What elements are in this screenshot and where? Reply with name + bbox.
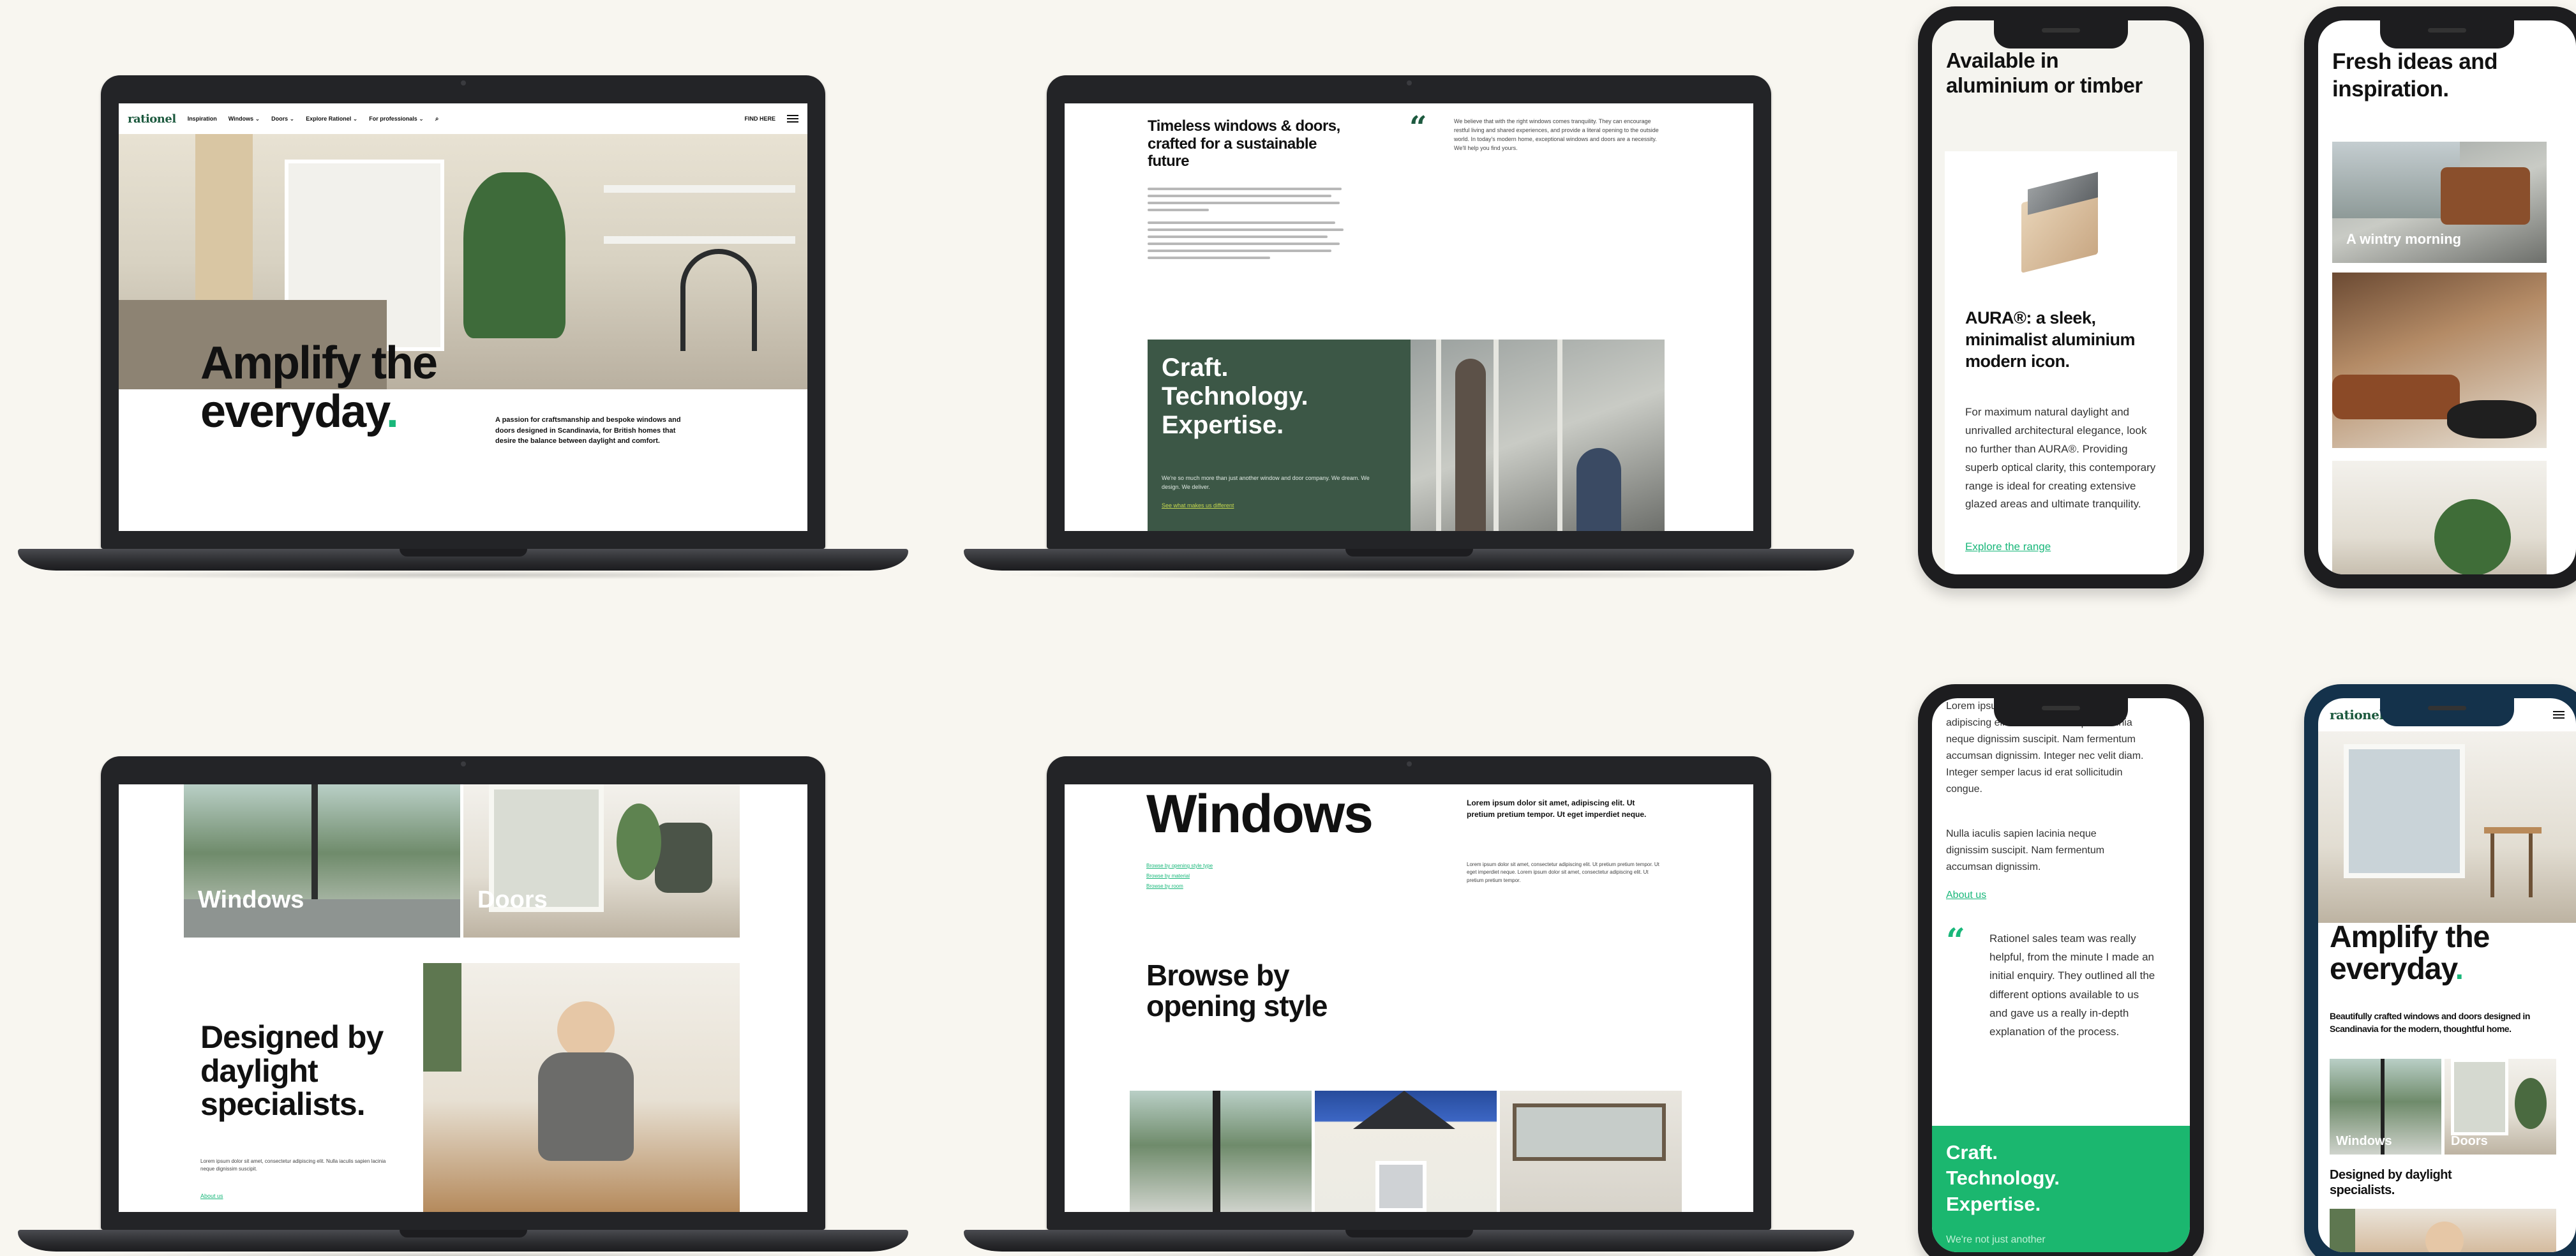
laptop-mockup-windows: Windows Browse by opening style type Bro…	[964, 756, 1854, 1256]
quote-icon: “	[1946, 922, 1965, 961]
camera-icon	[460, 761, 466, 766]
hero-description: A passion for craftsmanship and bespoke …	[495, 416, 681, 445]
section-title: Browse by opening style	[1146, 959, 1328, 1023]
section-subtitle: Designed by daylight specialists.	[2330, 1168, 2452, 1197]
section-title: Available in aluminium or timber	[1946, 49, 2143, 97]
inspiration-caption: A wintry morning	[2346, 231, 2462, 247]
doors-tile-label: Doors	[477, 886, 548, 913]
craft-banner: Craft. Technology. Expertise. We're so m…	[1148, 340, 1411, 531]
camera-icon	[1406, 80, 1412, 86]
hero-image	[2318, 731, 2576, 923]
section-title: Designed by daylight specialists.	[200, 1019, 384, 1122]
inspiration-image-1[interactable]: A wintry morning	[2332, 142, 2547, 263]
banner-body: We're so much more than just another win…	[1162, 475, 1370, 491]
search-icon[interactable]: ⌕	[435, 116, 439, 123]
intro-bold: Lorem ipsum dolor sit amet, adipiscing e…	[1467, 798, 1647, 819]
inspiration-image-3[interactable]	[2332, 461, 2547, 574]
laptop-screen-products: Windows Doors Designed by daylight speci…	[119, 784, 807, 1212]
about-us-link[interactable]: About us	[200, 1193, 223, 1199]
doors-tile-label: Doors	[2451, 1134, 2488, 1148]
laptop-screen-about: Timeless windows & doors, crafted for a …	[1065, 103, 1753, 531]
browse-link-room[interactable]: Browse by room	[1146, 881, 1213, 892]
laptop-screen-windows: Windows Browse by opening style type Bro…	[1065, 784, 1753, 1212]
inspiration-image-2[interactable]	[2332, 273, 2547, 448]
phone-mockup-testimonial: Lorem ipsum dolor sit amet, consectetur …	[1918, 684, 2204, 1256]
banner-body: We're not just another	[1946, 1234, 2046, 1245]
nav-item-windows[interactable]: Windows ⌄	[228, 116, 260, 123]
menu-icon[interactable]	[2553, 711, 2565, 719]
laptop-screen-home: rationel Inspiration Windows ⌄ Doors ⌄ E…	[119, 103, 807, 531]
nav-item-doors[interactable]: Doors ⌄	[271, 116, 294, 123]
intro-body: Lorem ipsum dolor sit amet, consectetur …	[1467, 862, 1659, 883]
browse-link-material[interactable]: Browse by material	[1146, 871, 1213, 881]
phone-screen-product: Available in aluminium or timber AURA®: …	[1932, 20, 2190, 574]
page-title: Windows	[1146, 784, 1374, 844]
logo[interactable]: rationel	[2330, 707, 2384, 722]
camera-icon	[1406, 761, 1412, 766]
camera-icon	[460, 80, 466, 86]
laptop-mockup-home: rationel Inspiration Windows ⌄ Doors ⌄ E…	[18, 75, 908, 586]
phone-screen-inspiration: Fresh ideas and inspiration. A wintry mo…	[2318, 20, 2576, 574]
preview-image	[2330, 1209, 2556, 1252]
product-image	[2009, 172, 2117, 283]
windows-tile[interactable]: Windows	[184, 784, 460, 938]
laptop-mockup-about: Timeless windows & doors, crafted for a …	[964, 75, 1854, 586]
product-body: For maximum natural daylight and unrival…	[1965, 406, 2156, 511]
phone-screen-home: rationel Amplify the everyday. Beautiful…	[2318, 698, 2576, 1252]
logo[interactable]: rationel	[128, 112, 176, 126]
top-navigation: rationel Inspiration Windows ⌄ Doors ⌄ E…	[119, 103, 807, 134]
testimonial-quote: Rationel sales team was really helpful, …	[1989, 932, 2155, 1038]
nav-item-inspiration[interactable]: Inspiration	[188, 116, 217, 122]
section-body	[1148, 183, 1352, 264]
hero-title: Amplify the everyday.	[2330, 920, 2490, 987]
section-title: Fresh ideas and inspiration.	[2332, 49, 2497, 101]
browse-links: Browse by opening style type Browse by m…	[1146, 861, 1213, 892]
windows-tile-label: Windows	[198, 886, 304, 913]
opening-style-image-2[interactable]	[1315, 1091, 1497, 1212]
laptop-mockup-products: Windows Doors Designed by daylight speci…	[18, 756, 908, 1256]
opening-style-image-1[interactable]	[1130, 1091, 1312, 1212]
banner-image	[1411, 340, 1665, 531]
windows-tile[interactable]: Windows	[2330, 1059, 2441, 1155]
quote-icon: “	[1409, 110, 1427, 146]
about-us-link[interactable]: About us	[1946, 890, 1986, 901]
nav-item-explore[interactable]: Explore Rationel ⌄	[306, 116, 357, 123]
section-body: Lorem ipsum dolor sit amet, consectetur …	[200, 1158, 386, 1172]
product-card: AURA®: a sleek, minimalist aluminium mod…	[1945, 151, 2177, 574]
laptop-lid: rationel Inspiration Windows ⌄ Doors ⌄ E…	[101, 75, 825, 549]
doors-tile[interactable]: Doors	[2445, 1059, 2556, 1155]
child-image	[423, 963, 740, 1212]
craft-banner: Craft. Technology. Expertise. We're not …	[1932, 1126, 2190, 1252]
windows-tile-label: Windows	[2336, 1134, 2392, 1148]
hero-title: Amplify the everyday.	[200, 338, 438, 437]
phone-screen-testimonial: Lorem ipsum dolor sit amet, consectetur …	[1932, 698, 2190, 1252]
hero-description: Beautifully crafted windows and doors de…	[2330, 1011, 2530, 1035]
quote-text: We believe that with the right windows c…	[1454, 118, 1659, 151]
laptop-base	[18, 549, 908, 571]
banner-link[interactable]: See what makes us different	[1162, 502, 1234, 509]
doors-tile[interactable]: Doors	[463, 784, 740, 938]
phone-mockup-inspiration: Fresh ideas and inspiration. A wintry mo…	[2304, 6, 2576, 588]
opening-style-image-3[interactable]	[1500, 1091, 1682, 1212]
menu-icon[interactable]	[787, 115, 798, 123]
body-text-2: Nulla iaculis sapien lacinia neque digni…	[1946, 828, 2105, 872]
nav-item-professionals[interactable]: For professionals ⌄	[369, 116, 424, 123]
phone-mockup-product: Available in aluminium or timber AURA®: …	[1918, 6, 2204, 588]
explore-range-link[interactable]: Explore the range	[1965, 541, 2051, 553]
find-here-link[interactable]: FIND HERE	[744, 116, 775, 122]
browse-link-opening-style[interactable]: Browse by opening style type	[1146, 861, 1213, 871]
section-heading: Timeless windows & doors, crafted for a …	[1148, 117, 1340, 170]
product-title: AURA®: a sleek, minimalist aluminium mod…	[1965, 308, 2136, 371]
phone-mockup-home: rationel Amplify the everyday. Beautiful…	[2304, 684, 2576, 1256]
